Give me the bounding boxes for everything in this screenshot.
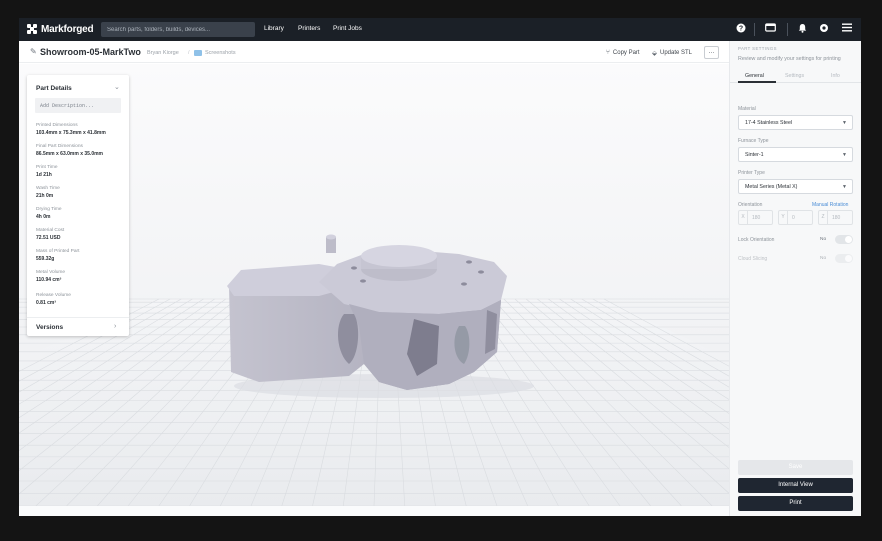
breadcrumb-separator: /: [188, 50, 190, 56]
folder-icon: [194, 50, 202, 56]
chevron-right-icon[interactable]: ›: [114, 323, 116, 330]
tab-general[interactable]: General: [745, 73, 764, 79]
print-button[interactable]: Print: [738, 496, 853, 511]
tab-settings[interactable]: Settings: [785, 73, 804, 79]
svg-text:?: ?: [738, 26, 742, 33]
printer-type-value: Metal Series (Metal X): [745, 184, 798, 190]
rotation-z-input[interactable]: Z 180: [818, 210, 853, 225]
save-button[interactable]: Save: [738, 460, 853, 475]
breadcrumb-folder[interactable]: Screenshots: [205, 50, 236, 56]
nav-divider: [787, 23, 788, 36]
lock-orientation-label: Lock Orientation: [738, 237, 775, 243]
divider: [27, 317, 129, 318]
fork-icon: ⑂: [606, 49, 610, 56]
edit-pencil-icon[interactable]: ✎: [30, 47, 37, 56]
prop-metal-volume: Metal Volume 110.94 cm³: [36, 270, 66, 283]
part-settings-panel: PART SETTINGS Review and modify your set…: [729, 41, 861, 516]
cloud-slicing-value: No: [820, 256, 827, 261]
caret-down-icon: ▼: [842, 152, 847, 158]
brand-logo[interactable]: Markforged: [27, 23, 94, 36]
part-header: ✎ Showroom-05-MarkTwo Bryan Kiorge / Scr…: [19, 41, 729, 63]
rotation-x-input[interactable]: X 180: [738, 210, 773, 225]
panel-subtitle: Review and modify your settings for prin…: [738, 56, 841, 62]
versions-section[interactable]: Versions: [36, 324, 63, 331]
rotation-y-input[interactable]: Y 0: [778, 210, 813, 225]
brand-name: Markforged: [41, 24, 94, 35]
part-details-heading[interactable]: Part Details: [36, 85, 72, 92]
tab-info[interactable]: Info: [831, 73, 840, 79]
bell-icon[interactable]: [796, 23, 809, 36]
update-stl-label: Update STL: [660, 50, 693, 56]
prop-wash-time: Wash Time 21h 0m: [36, 186, 60, 199]
description-input[interactable]: [35, 98, 121, 113]
manual-rotation-link[interactable]: Manual Rotation: [812, 202, 848, 208]
prop-release-volume: Release Volume 0.81 cm³: [36, 293, 71, 306]
part-name-title[interactable]: Showroom-05-MarkTwo: [40, 47, 141, 57]
update-stl-button[interactable]: ⬙ Update STL: [652, 49, 692, 57]
prop-printed-dimensions: Printed Dimensions 103.4mm x 75.3mm x 41…: [36, 123, 106, 136]
orientation-label: Orientation: [738, 202, 763, 208]
cloud-slicing-toggle[interactable]: [835, 254, 853, 263]
printer-type-label: Printer Type: [738, 170, 765, 176]
cloud-slicing-row: Cloud Slicing No: [738, 254, 854, 263]
printer-type-select[interactable]: Metal Series (Metal X) ▼: [738, 179, 853, 194]
material-label: Material: [738, 106, 756, 112]
prop-final-dimensions: Final Part Dimensions 86.5mm x 63.0mm x …: [36, 144, 103, 157]
global-search-input[interactable]: [101, 22, 255, 37]
nav-link-print-jobs[interactable]: Print Jobs: [333, 25, 362, 32]
prop-mass: Mass of Printed Part 559.32g: [36, 249, 80, 262]
more-options-button[interactable]: ...: [704, 46, 719, 59]
prop-print-time: Print Time 1d 21h: [36, 165, 58, 178]
prop-material-cost: Material Cost 72.51 USD: [36, 228, 65, 241]
part-details-card: Part Details ⌄ Printed Dimensions 103.4m…: [27, 75, 129, 336]
settings-icon[interactable]: [817, 23, 830, 36]
copy-part-button[interactable]: ⑂ Copy Part: [606, 49, 640, 56]
material-select[interactable]: 17-4 Stainless Steel ▼: [738, 115, 853, 130]
material-value: 17-4 Stainless Steel: [745, 120, 793, 126]
copy-part-label: Copy Part: [612, 49, 640, 56]
caret-down-icon: ▼: [842, 120, 847, 126]
lock-orientation-value: No: [820, 237, 827, 242]
prop-drying-time: Drying Time 4h 0m: [36, 207, 62, 220]
furnace-type-label: Furnace Type: [738, 138, 769, 144]
cloud-slicing-label: Cloud Slicing: [738, 256, 768, 262]
app-window: Markforged Library Printers Print Jobs ?…: [19, 18, 861, 516]
active-tab-indicator: [738, 81, 776, 83]
menu-icon[interactable]: [840, 23, 853, 36]
caret-down-icon: ▼: [842, 184, 847, 190]
nav-divider: [754, 23, 755, 36]
lock-orientation-row: Lock Orientation No: [738, 235, 854, 244]
furnace-type-select[interactable]: Sinter-1 ▼: [738, 147, 853, 162]
breadcrumb-owner[interactable]: Bryan Kiorge: [147, 50, 179, 56]
nav-link-printers[interactable]: Printers: [298, 25, 320, 32]
internal-view-button[interactable]: Internal View: [738, 478, 853, 493]
markforged-logo-icon: [27, 24, 38, 35]
display-icon[interactable]: [764, 23, 777, 36]
lock-orientation-toggle[interactable]: [835, 235, 853, 244]
upload-icon: ⬙: [652, 50, 657, 57]
panel-heading: PART SETTINGS: [738, 46, 777, 51]
help-icon[interactable]: ?: [734, 23, 747, 36]
top-navbar: Markforged Library Printers Print Jobs ?: [19, 18, 861, 41]
furnace-type-value: Sinter-1: [745, 152, 764, 158]
chevron-down-icon[interactable]: ⌄: [114, 83, 120, 91]
nav-link-library[interactable]: Library: [264, 25, 284, 32]
